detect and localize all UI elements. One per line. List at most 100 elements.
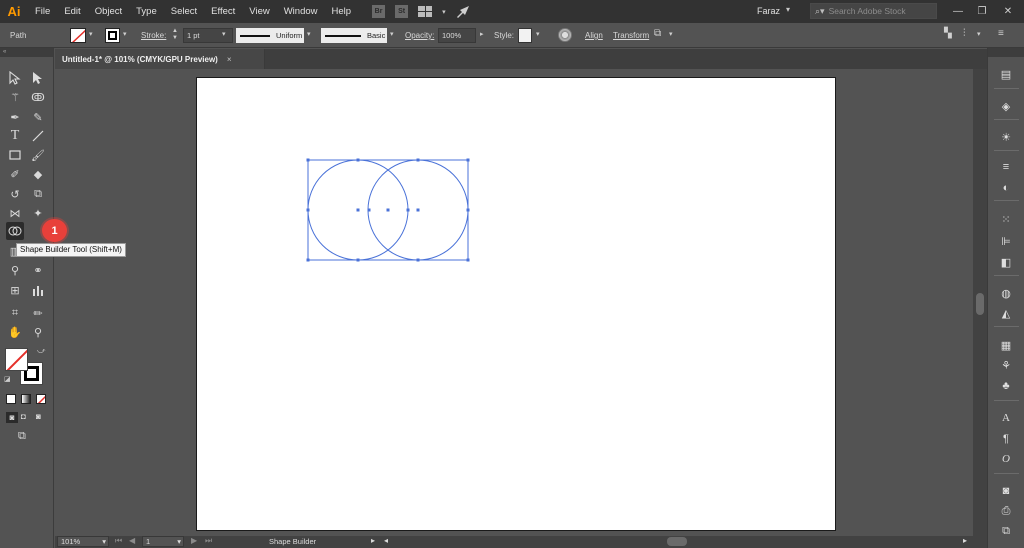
dock-collapse-icon[interactable] [988, 48, 1024, 57]
align-panel-icon[interactable]: ⊫ [997, 232, 1015, 250]
width-tool-icon[interactable]: ⋈ [6, 204, 24, 222]
opacity-field[interactable]: 100% [438, 28, 476, 43]
blend-tool-icon[interactable]: ⚭ [29, 261, 47, 279]
paintbrush-tool-icon[interactable]: 🖌 [29, 146, 47, 164]
arrange-icon[interactable]: ▚ [944, 28, 952, 39]
chevron-down-icon[interactable]: ▾ [222, 30, 226, 38]
draw-normal-icon[interactable]: ◙ [6, 412, 18, 423]
libraries-panel-icon[interactable]: ◙ [997, 482, 1015, 500]
symbols-panel-icon[interactable]: ♣ [997, 377, 1015, 395]
opentype-panel-icon[interactable]: O [997, 450, 1015, 468]
bridge-icon[interactable]: Br [372, 5, 386, 18]
menu-view[interactable]: View [242, 0, 276, 23]
eraser-tool-icon[interactable]: ◆ [29, 165, 47, 183]
scroll-right-icon[interactable]: ▸ [963, 536, 967, 545]
chevron-down-icon[interactable]: ▾ [442, 8, 446, 16]
restore-icon[interactable]: ❐ [970, 0, 994, 23]
transform-link[interactable]: Transform [613, 31, 649, 40]
current-tool-status[interactable]: Shape Builder [269, 537, 316, 546]
rotate-tool-icon[interactable]: ↺ [6, 185, 24, 203]
scale-tool-icon[interactable]: ⧉ [29, 185, 47, 203]
lasso-tool-icon[interactable]: ↂ [29, 88, 47, 106]
horizontal-scrollbar-thumb[interactable] [667, 537, 687, 546]
isolate-group-icon[interactable]: ⧉ [654, 28, 661, 39]
line-segment-tool-icon[interactable] [29, 127, 47, 145]
swap-fill-stroke-icon[interactable]: ⤻ [37, 346, 46, 356]
stroke-swatch[interactable] [105, 28, 120, 43]
pen-tool-icon[interactable]: ✒ [6, 108, 24, 126]
chevron-down-icon[interactable]: ▾ [89, 30, 93, 38]
paragraph-panel-icon[interactable]: ¶ [997, 430, 1015, 448]
panel-collapse-icon[interactable]: « [0, 48, 53, 57]
chevron-down-icon[interactable]: ▾ [669, 30, 673, 38]
eyedropper-tool-icon[interactable]: ⚲ [6, 261, 24, 279]
transparency-panel-icon[interactable]: ◐ [997, 179, 1015, 197]
draw-behind-icon[interactable]: ◘ [21, 412, 26, 421]
artboards-panel-icon[interactable]: ⧉ [997, 522, 1015, 540]
artboard-tool-icon[interactable]: ⌗ [6, 304, 24, 322]
shape-builder-tool-icon[interactable] [6, 222, 24, 240]
chevron-down-icon[interactable]: ▾ [977, 30, 981, 38]
puppet-warp-tool-icon[interactable]: ✦ [29, 204, 47, 222]
vertical-scrollbar[interactable] [973, 69, 987, 548]
brushes-panel-icon[interactable]: ⚘ [997, 356, 1015, 374]
chevron-down-icon[interactable]: ▾ [786, 5, 790, 14]
transform-panel-icon[interactable]: ⁙ [997, 210, 1015, 228]
stroke-label[interactable]: Stroke: [141, 31, 166, 40]
variable-width-profile-select[interactable]: Uniform [236, 28, 304, 43]
chevron-down-icon[interactable]: ▾ [123, 30, 127, 38]
menu-select[interactable]: Select [164, 0, 204, 23]
color-panel-icon[interactable]: ◍ [997, 284, 1015, 302]
last-artboard-icon[interactable]: ⏭ [205, 536, 212, 546]
properties-panel-icon[interactable]: ▤ [997, 65, 1015, 83]
selected-artwork[interactable] [300, 152, 476, 268]
minimize-icon[interactable]: — [946, 0, 970, 23]
artboard-number-field[interactable]: 1 ▾ [142, 536, 184, 547]
direct-selection-tool-icon[interactable] [29, 69, 47, 87]
zoom-level-field[interactable]: 101% ▾ [57, 536, 109, 547]
stock-icon[interactable]: St [395, 5, 409, 18]
brush-definition-select[interactable]: Basic [321, 28, 387, 43]
shaper-tool-icon[interactable]: ✐ [6, 165, 24, 183]
fill-color-swatch[interactable] [5, 348, 28, 371]
symbol-sprayer-tool-icon[interactable]: ⊞ [6, 281, 24, 299]
gpu-performance-icon[interactable] [456, 5, 470, 18]
graphic-style-swatch[interactable] [518, 28, 532, 43]
opacity-label[interactable]: Opacity: [405, 31, 434, 40]
default-fill-stroke-icon[interactable]: ◪ [4, 375, 11, 383]
none-mode-icon[interactable] [36, 394, 46, 404]
fill-swatch[interactable] [70, 28, 86, 43]
align-link[interactable]: Align [585, 31, 603, 40]
menu-edit[interactable]: Edit [57, 0, 87, 23]
document-tab[interactable]: Untitled-1* @ 101% (CMYK/GPU Preview) × [55, 49, 265, 69]
appearance-panel-icon[interactable]: ☀ [997, 128, 1015, 146]
color-mode-icon[interactable] [6, 394, 16, 404]
swatches-panel-icon[interactable]: ▦ [997, 336, 1015, 354]
menu-object[interactable]: Object [88, 0, 129, 23]
bounding-box-handles[interactable] [306, 158, 470, 262]
scrollbar-thumb[interactable] [976, 293, 984, 315]
chevron-down-icon[interactable]: ▾ [177, 537, 183, 546]
stroke-panel-icon[interactable]: ≡ [997, 158, 1015, 176]
asset-export-panel-icon[interactable]: ⎙ [997, 502, 1015, 520]
first-artboard-icon[interactable]: ⏮ [115, 536, 122, 546]
user-name[interactable]: Faraz [757, 0, 780, 23]
screen-mode-icon[interactable]: ⧉ [18, 430, 26, 443]
menu-type[interactable]: Type [129, 0, 164, 23]
artboard[interactable] [196, 77, 836, 531]
menu-window[interactable]: Window [277, 0, 325, 23]
recolor-artwork-icon[interactable] [558, 28, 572, 42]
previous-artboard-icon[interactable]: ◀ [129, 536, 135, 545]
arrange-documents-icon[interactable] [418, 6, 433, 17]
hand-tool-icon[interactable]: ✋ [6, 323, 24, 341]
gradient-panel-icon[interactable]: ◭ [997, 304, 1015, 322]
chevron-down-icon[interactable]: ▾ [307, 30, 311, 38]
draw-inside-icon[interactable]: ◙ [36, 412, 41, 421]
layers-panel-icon[interactable]: ◈ [997, 97, 1015, 115]
stock-search-input[interactable]: ⌕▾ Search Adobe Stock [810, 3, 937, 19]
column-graph-tool-icon[interactable] [29, 281, 47, 299]
type-tool-icon[interactable]: T [6, 127, 24, 145]
menu-file[interactable]: File [28, 0, 57, 23]
next-artboard-icon[interactable]: ▶ [191, 536, 197, 545]
scroll-left-icon[interactable]: ◂ [384, 536, 388, 545]
